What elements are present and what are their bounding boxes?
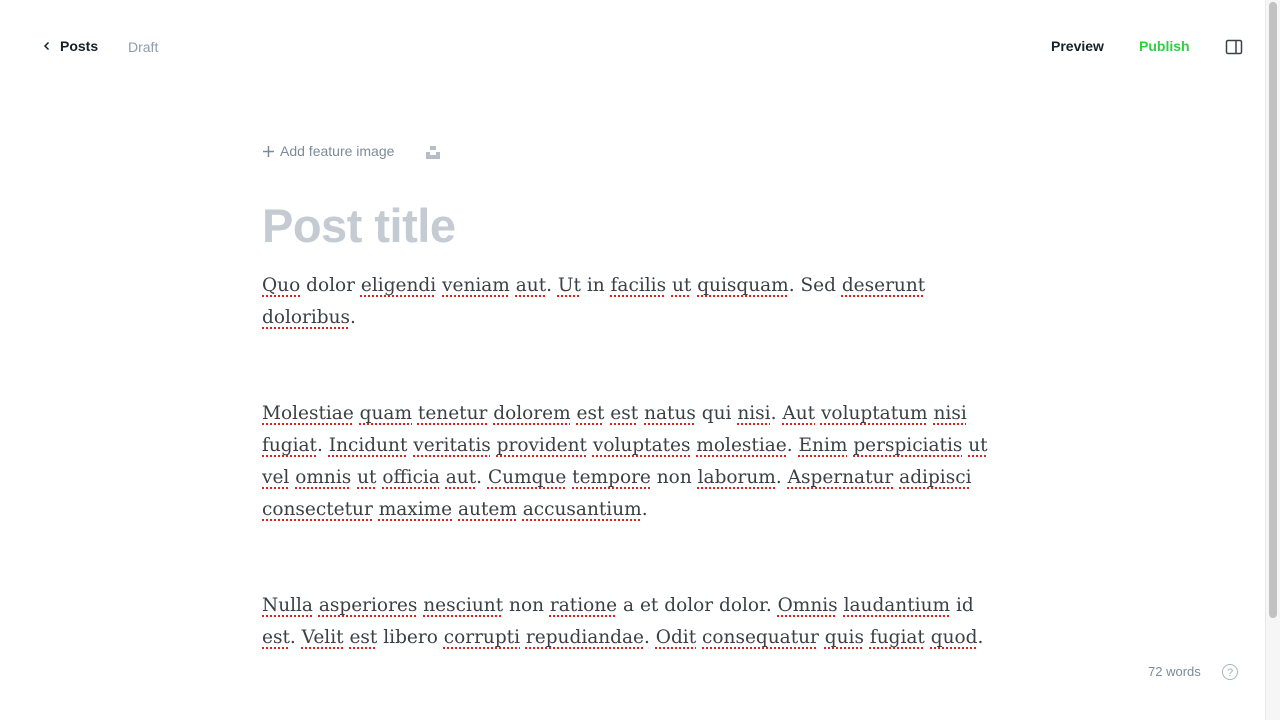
misspelled-word[interactable]: voluptatum xyxy=(821,403,928,424)
misspelled-word[interactable]: eligendi xyxy=(361,275,436,296)
misspelled-word[interactable]: Quo xyxy=(262,275,300,296)
misspelled-word[interactable]: quod xyxy=(931,627,978,648)
paragraph[interactable]: Quo dolor eligendi veniam aut. Ut in fac… xyxy=(262,270,1007,334)
misspelled-word[interactable]: maxime xyxy=(379,499,452,520)
misspelled-word[interactable]: vel xyxy=(262,467,289,488)
scrollbar-thumb[interactable] xyxy=(1269,2,1277,618)
chevron-left-icon xyxy=(43,41,50,51)
misspelled-word[interactable]: veritatis xyxy=(413,435,490,456)
misspelled-word[interactable]: repudiandae xyxy=(526,627,644,648)
misspelled-word[interactable]: molestiae xyxy=(696,435,786,456)
misspelled-word[interactable]: tenetur xyxy=(418,403,487,424)
misspelled-word[interactable]: ut xyxy=(357,467,376,488)
misspelled-word[interactable]: perspiciatis xyxy=(853,435,962,456)
unsplash-icon[interactable] xyxy=(425,144,441,160)
word-count: 72 words xyxy=(1148,664,1201,679)
misspelled-word[interactable]: quisquam xyxy=(697,275,789,296)
misspelled-word[interactable]: officia xyxy=(382,467,440,488)
post-body-editor[interactable]: Quo dolor eligendi veniam aut. Ut in fac… xyxy=(262,270,1007,654)
misspelled-word[interactable]: aut xyxy=(446,467,476,488)
post-title-input[interactable]: Post title xyxy=(262,198,456,253)
paragraph[interactable]: Nulla asperiores nesciunt non ratione a … xyxy=(262,590,1007,654)
misspelled-word[interactable]: Nulla xyxy=(262,595,313,616)
paragraph[interactable] xyxy=(262,558,1007,590)
misspelled-word[interactable]: Odit xyxy=(656,627,696,648)
paragraph[interactable] xyxy=(262,366,1007,398)
misspelled-word[interactable]: est xyxy=(349,627,377,648)
misspelled-word[interactable]: consequatur xyxy=(702,627,819,648)
paragraph[interactable] xyxy=(262,526,1007,558)
misspelled-word[interactable]: provident xyxy=(497,435,587,456)
misspelled-word[interactable]: nesciunt xyxy=(423,595,503,616)
back-label: Posts xyxy=(60,38,99,54)
misspelled-word[interactable]: voluptates xyxy=(593,435,691,456)
misspelled-word[interactable]: laborum xyxy=(698,467,776,488)
misspelled-word[interactable]: Incidunt xyxy=(329,435,408,456)
misspelled-word[interactable]: Cumque xyxy=(488,467,566,488)
misspelled-word[interactable]: Velit xyxy=(302,627,344,648)
misspelled-word[interactable]: Aut xyxy=(782,403,815,424)
misspelled-word[interactable]: Molestiae xyxy=(262,403,354,424)
misspelled-word[interactable]: ut xyxy=(672,275,691,296)
misspelled-word[interactable]: omnis xyxy=(295,467,351,488)
misspelled-word[interactable]: asperiores xyxy=(319,595,418,616)
misspelled-word[interactable]: Omnis xyxy=(778,595,838,616)
plus-icon xyxy=(263,145,274,157)
sidebar-toggle-icon[interactable] xyxy=(1225,38,1243,56)
misspelled-word[interactable]: quis xyxy=(825,627,864,648)
misspelled-word[interactable]: est xyxy=(262,627,290,648)
add-feature-image-label: Add feature image xyxy=(280,143,395,159)
preview-button[interactable]: Preview xyxy=(1051,38,1104,54)
back-to-posts-link[interactable]: Posts xyxy=(42,38,98,54)
misspelled-word[interactable]: Ut xyxy=(558,275,581,296)
misspelled-word[interactable]: quam xyxy=(360,403,412,424)
misspelled-word[interactable]: Enim xyxy=(799,435,848,456)
misspelled-word[interactable]: nisi xyxy=(737,403,770,424)
misspelled-word[interactable]: corrupti xyxy=(444,627,520,648)
misspelled-word[interactable]: ratione xyxy=(550,595,617,616)
editor-header: Posts Draft Preview Publish xyxy=(0,0,1266,94)
misspelled-word[interactable]: accusantium xyxy=(523,499,642,520)
paragraph[interactable]: Molestiae quam tenetur dolorem est est n… xyxy=(262,398,1007,526)
paragraph[interactable] xyxy=(262,334,1007,366)
misspelled-word[interactable]: doloribus xyxy=(262,307,350,328)
publish-button[interactable]: Publish xyxy=(1139,38,1190,54)
misspelled-word[interactable]: est xyxy=(577,403,605,424)
misspelled-word[interactable]: fugiat xyxy=(870,627,925,648)
misspelled-word[interactable]: adipisci xyxy=(899,467,971,488)
misspelled-word[interactable]: nisi xyxy=(934,403,967,424)
misspelled-word[interactable]: natus xyxy=(644,403,696,424)
misspelled-word[interactable]: autem xyxy=(458,499,517,520)
misspelled-word[interactable]: tempore xyxy=(572,467,651,488)
misspelled-word[interactable]: fugiat xyxy=(262,435,317,456)
misspelled-word[interactable]: consectetur xyxy=(262,499,373,520)
misspelled-word[interactable]: est xyxy=(610,403,638,424)
misspelled-word[interactable]: ut xyxy=(968,435,987,456)
misspelled-word[interactable]: aut xyxy=(516,275,546,296)
add-feature-image-button[interactable]: Add feature image xyxy=(262,143,394,159)
misspelled-word[interactable]: deserunt xyxy=(842,275,925,296)
misspelled-word[interactable]: veniam xyxy=(442,275,510,296)
help-icon[interactable]: ? xyxy=(1222,664,1238,680)
misspelled-word[interactable]: facilis xyxy=(611,275,666,296)
scrollbar[interactable] xyxy=(1265,0,1280,720)
misspelled-word[interactable]: laudantium xyxy=(844,595,950,616)
misspelled-word[interactable]: Aspernatur xyxy=(788,467,894,488)
misspelled-word[interactable]: dolorem xyxy=(493,403,570,424)
post-status: Draft xyxy=(128,39,159,55)
